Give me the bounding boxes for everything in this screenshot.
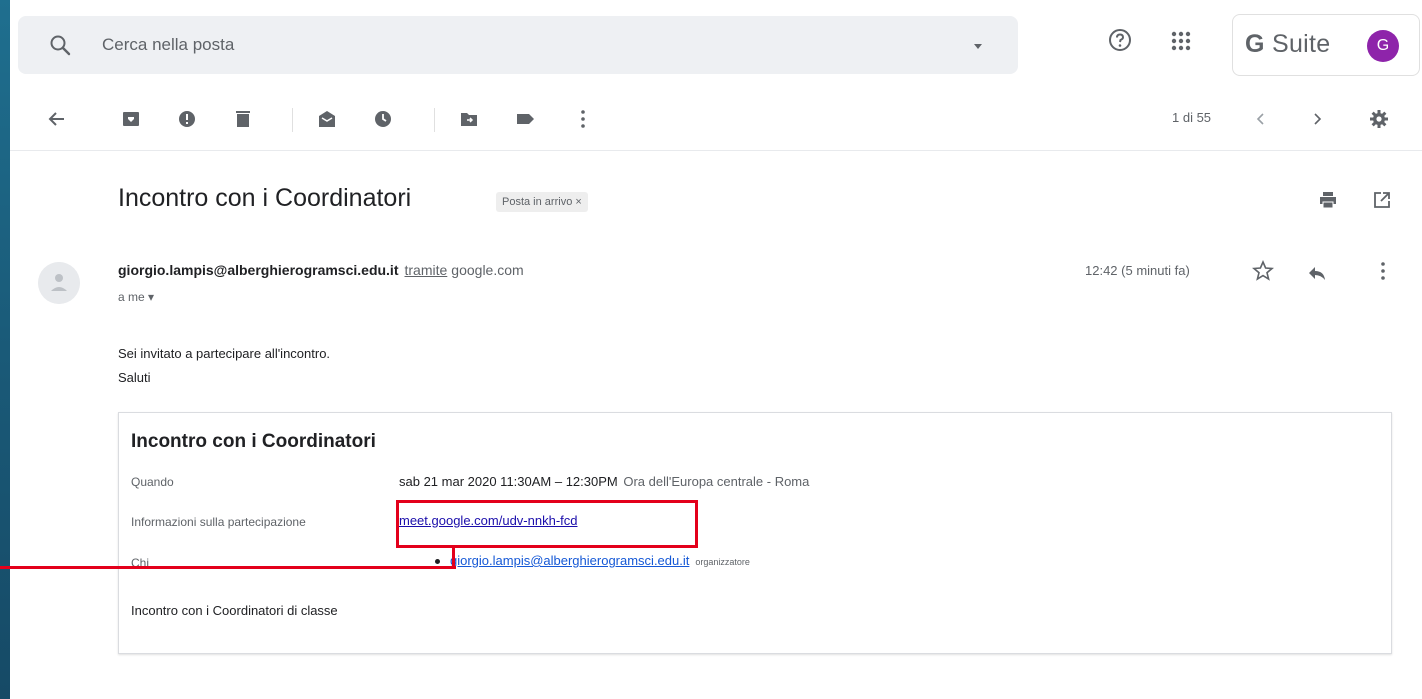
delete-icon[interactable] <box>232 108 254 130</box>
gmail-window: Cerca nella posta G Suite G 1 di 55 Inco… <box>10 0 1422 699</box>
body-text-line: Sei invitato a partecipare all'incontro. <box>118 346 331 361</box>
search-input[interactable]: Cerca nella posta <box>102 35 234 55</box>
back-arrow-icon[interactable] <box>46 108 68 130</box>
calendar-invite-card: Incontro con i Coordinatori Quando sab 2… <box>118 412 1392 654</box>
email-timestamp: 12:42 (5 minuti fa) <box>1085 263 1190 278</box>
sender-line: giorgio.lampis@alberghierogramsci.edu.it… <box>118 262 524 278</box>
report-spam-icon[interactable] <box>176 108 198 130</box>
settings-gear-icon[interactable] <box>1368 108 1390 130</box>
invite-title: Incontro con i Coordinatori <box>131 431 376 452</box>
who-value: giorgio.lampis@alberghierogramsci.edu.it… <box>435 553 750 568</box>
newer-chevron-left-icon[interactable] <box>1250 108 1272 130</box>
search-options-dropdown-icon[interactable] <box>972 40 984 52</box>
organizer-role: organizzatore <box>695 557 750 567</box>
mark-unread-icon[interactable] <box>316 108 338 130</box>
more-vert-icon[interactable] <box>572 108 594 130</box>
star-icon[interactable] <box>1252 260 1274 282</box>
annotation-pointer-connector <box>452 548 455 569</box>
pagination-count: 1 di 55 <box>1172 110 1212 125</box>
when-value: sab 21 mar 2020 11:30AM – 12:30PM Ora de… <box>399 474 810 489</box>
message-toolbar: 1 di 55 <box>10 90 1422 151</box>
gsuite-logo: G Suite <box>1245 30 1331 58</box>
annotation-highlight-box <box>396 500 698 548</box>
print-icon[interactable] <box>1318 190 1338 210</box>
recipient-details-toggle[interactable]: a me ▾ <box>118 290 154 304</box>
search-icon[interactable] <box>48 33 72 57</box>
archive-icon[interactable] <box>120 108 142 130</box>
body-text-line: Saluti <box>118 370 151 385</box>
reply-icon[interactable] <box>1306 262 1328 284</box>
move-to-icon[interactable] <box>458 108 480 130</box>
snooze-icon[interactable] <box>372 108 394 130</box>
toolbar-divider <box>292 108 293 132</box>
older-chevron-right-icon[interactable] <box>1306 108 1328 130</box>
inbox-label-chip[interactable]: Posta in arrivo × <box>496 192 588 212</box>
toolbar-divider <box>434 108 435 132</box>
bullet-dot <box>435 559 440 565</box>
join-info-label: Informazioni sulla partecipazione <box>131 515 306 529</box>
sender-email[interactable]: giorgio.lampis@alberghierogramsci.edu.it <box>118 262 399 278</box>
search-bar[interactable]: Cerca nella posta <box>18 16 1018 74</box>
timezone-text: Ora dell'Europa centrale - Roma <box>623 474 810 489</box>
sender-avatar <box>38 262 80 304</box>
via-domain: google.com <box>451 262 524 278</box>
account-avatar[interactable]: G <box>1367 30 1399 62</box>
organizer-email-link[interactable]: giorgio.lampis@alberghierogramsci.edu.it <box>450 553 689 568</box>
apps-grid-icon[interactable] <box>1170 30 1192 52</box>
label-icon[interactable] <box>514 108 536 130</box>
annotation-pointer-line <box>0 566 456 569</box>
when-label: Quando <box>131 475 174 489</box>
top-bar: Cerca nella posta G Suite G <box>10 0 1422 90</box>
email-subject: Incontro con i Coordinatori <box>118 184 412 212</box>
gsuite-account-badge[interactable]: G Suite G <box>1232 14 1420 76</box>
help-icon[interactable] <box>1108 28 1132 52</box>
invite-description: Incontro con i Coordinatori di classe <box>131 603 338 618</box>
via-link[interactable]: tramite <box>405 262 448 278</box>
more-options-icon[interactable] <box>1372 260 1394 282</box>
open-in-new-window-icon[interactable] <box>1372 190 1392 210</box>
